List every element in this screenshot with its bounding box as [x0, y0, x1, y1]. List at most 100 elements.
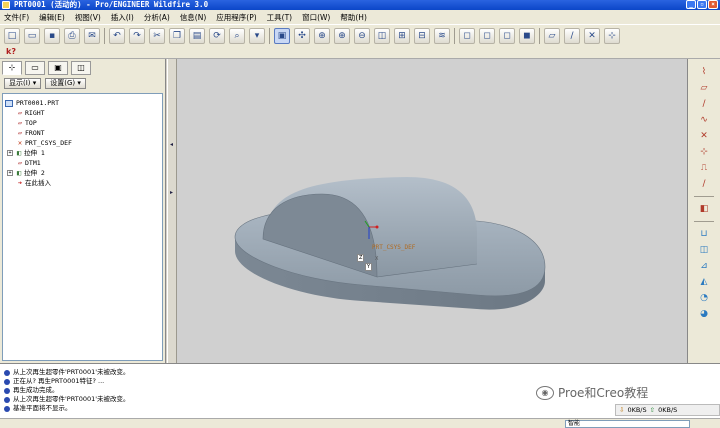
paste-icon[interactable]: ▤: [189, 27, 205, 44]
open-icon[interactable]: ▭: [24, 27, 40, 44]
tree-item-label: 拉伸 2: [24, 169, 45, 177]
info-bullet-icon: [4, 387, 10, 394]
orient-icon[interactable]: ⊕: [314, 27, 330, 44]
sketch-icon[interactable]: ⌇: [697, 65, 711, 79]
zoom-in-icon[interactable]: ⊕: [334, 27, 350, 44]
tree-item-label: 拉伸 1: [24, 149, 45, 157]
download-arrow-icon: ⇩: [619, 406, 625, 414]
expand-icon[interactable]: +: [7, 170, 13, 176]
csys-label: PRT_CSYS_DEF: [372, 244, 416, 251]
spin-center-icon[interactable]: ✣: [294, 27, 310, 44]
axis-icon[interactable]: ∕: [697, 97, 711, 111]
datum-axes-icon[interactable]: ∕: [564, 27, 580, 44]
redo-icon[interactable]: ↷: [129, 27, 145, 44]
model-tree-tab[interactable]: ⊹: [2, 61, 22, 75]
sketched-curve-icon[interactable]: ∕: [697, 177, 711, 191]
chamfer-icon[interactable]: ◕: [697, 307, 711, 321]
curve-icon[interactable]: ∿: [697, 113, 711, 127]
feature-toolbar: ⌇ ▱ ∕ ∿ ✕ ⊹ ⎍ ∕ ◧ ⊔ ◫ ⊿ ◭ ◔ ◕: [687, 59, 720, 363]
round-icon[interactable]: ◔: [697, 291, 711, 305]
download-rate: 0KB/S: [627, 406, 647, 414]
favorites-tab[interactable]: ▣: [48, 61, 68, 75]
rib-icon[interactable]: ⊿: [697, 259, 711, 273]
regenerate-icon[interactable]: ⟳: [209, 27, 225, 44]
toolbar-separator: [694, 196, 714, 197]
connections-tab[interactable]: ◫: [71, 61, 91, 75]
new-icon[interactable]: □: [4, 27, 20, 44]
tree-item-extrude-2[interactable]: + ◧ 拉伸 2: [3, 168, 162, 178]
collapse-arrow-icon[interactable]: ◂: [170, 141, 173, 148]
datum-plane-icon: ▱: [17, 129, 23, 137]
save-icon[interactable]: ▪: [44, 27, 60, 44]
menu-edit[interactable]: 编辑(E): [39, 12, 65, 23]
menu-help[interactable]: 帮助(H): [340, 12, 367, 23]
analysis-icon[interactable]: ⎍: [697, 161, 711, 175]
window-title: PRT0001 (活动的) - Pro/ENGINEER Wildfire 3.…: [14, 0, 209, 9]
selection-filter-dropdown[interactable]: 智能: [565, 420, 690, 428]
tree-item-extrude-1[interactable]: + ◧ 拉伸 1: [3, 148, 162, 158]
graphics-window[interactable]: PRT_CSYS_DEF Z Y X: [177, 59, 687, 363]
expand-icon[interactable]: +: [7, 150, 13, 156]
view-manager-icon[interactable]: ⊞: [394, 27, 410, 44]
info-bullet-icon: [4, 396, 10, 403]
tree-item-label: 在此插入: [25, 179, 51, 187]
tree-item-label: FRONT: [25, 129, 45, 137]
csys-datum-icon[interactable]: ⊹: [697, 145, 711, 159]
point-icon[interactable]: ✕: [697, 129, 711, 143]
no-hidden-icon[interactable]: ◻: [499, 27, 515, 44]
hidden-line-icon[interactable]: ◻: [479, 27, 495, 44]
folder-browser-tab[interactable]: ▭: [25, 61, 45, 75]
shell-icon[interactable]: ◫: [697, 243, 711, 257]
maximize-button[interactable]: ▫: [697, 0, 707, 9]
tree-item-csys[interactable]: ✕ PRT_CSYS_DEF: [3, 138, 162, 148]
undo-icon[interactable]: ↶: [109, 27, 125, 44]
menu-tools[interactable]: 工具(T): [267, 12, 292, 23]
cut-icon[interactable]: ✂: [149, 27, 165, 44]
tree-item-top[interactable]: ▱ TOP: [3, 118, 162, 128]
layers-icon[interactable]: ≋: [434, 27, 450, 44]
tree-item-dtm1[interactable]: ▱ DTM1: [3, 158, 162, 168]
minimize-button[interactable]: _: [686, 0, 696, 9]
tree-item-insert-here[interactable]: ➔ 在此插入: [3, 178, 162, 188]
selection-filter-icon[interactable]: ▾: [249, 27, 265, 44]
close-button[interactable]: ×: [708, 0, 718, 9]
menu-applications[interactable]: 应用程序(P): [216, 12, 256, 23]
tree-item-root[interactable]: PRT0001.PRT: [3, 98, 162, 108]
menu-view[interactable]: 视图(V): [75, 12, 101, 23]
menu-insert[interactable]: 插入(I): [111, 12, 134, 23]
settings-button[interactable]: 设置(G) ▾: [45, 78, 86, 89]
copy-icon[interactable]: ❐: [169, 27, 185, 44]
extrude-icon[interactable]: ◧: [697, 202, 711, 216]
repaint-icon[interactable]: ▣: [274, 27, 290, 44]
tree-item-right[interactable]: ▱ RIGHT: [3, 108, 162, 118]
wireframe-icon[interactable]: ◻: [459, 27, 475, 44]
upload-rate: 0KB/S: [658, 406, 678, 414]
expand-arrow-icon[interactable]: ▸: [170, 189, 173, 196]
tree-item-front[interactable]: ▱ FRONT: [3, 128, 162, 138]
email-icon[interactable]: ✉: [84, 27, 100, 44]
menu-analysis[interactable]: 分析(A): [144, 12, 170, 23]
csys-icon[interactable]: ⊹: [604, 27, 620, 44]
watermark-text: Proe和Creo教程: [558, 386, 649, 400]
whats-this-help-icon[interactable]: k?: [6, 47, 18, 58]
hole-icon[interactable]: ⊔: [697, 227, 711, 241]
menu-info[interactable]: 信息(N): [180, 12, 206, 23]
saved-views-icon[interactable]: ⊟: [414, 27, 430, 44]
refit-icon[interactable]: ◫: [374, 27, 390, 44]
find-icon[interactable]: ⌕: [229, 27, 245, 44]
datum-points-icon[interactable]: ✕: [584, 27, 600, 44]
zoom-out-icon[interactable]: ⊖: [354, 27, 370, 44]
menu-file[interactable]: 文件(F): [4, 12, 29, 23]
plane-icon[interactable]: ▱: [697, 81, 711, 95]
show-button[interactable]: 显示(I) ▾: [4, 78, 42, 89]
tree-item-label: PRT_CSYS_DEF: [25, 139, 72, 147]
datum-planes-icon[interactable]: ▱: [544, 27, 560, 44]
draft-icon[interactable]: ◭: [697, 275, 711, 289]
shading-icon[interactable]: ◼: [519, 27, 535, 44]
extrude-feature-icon: ◧: [16, 149, 22, 157]
print-icon[interactable]: ⎙: [64, 27, 80, 44]
tree-item-label: PRT0001.PRT: [16, 99, 60, 107]
panel-sash[interactable]: ◂ ▸: [167, 59, 177, 363]
menu-window[interactable]: 窗口(W): [302, 12, 330, 23]
y-axis-label: Y: [365, 263, 373, 271]
